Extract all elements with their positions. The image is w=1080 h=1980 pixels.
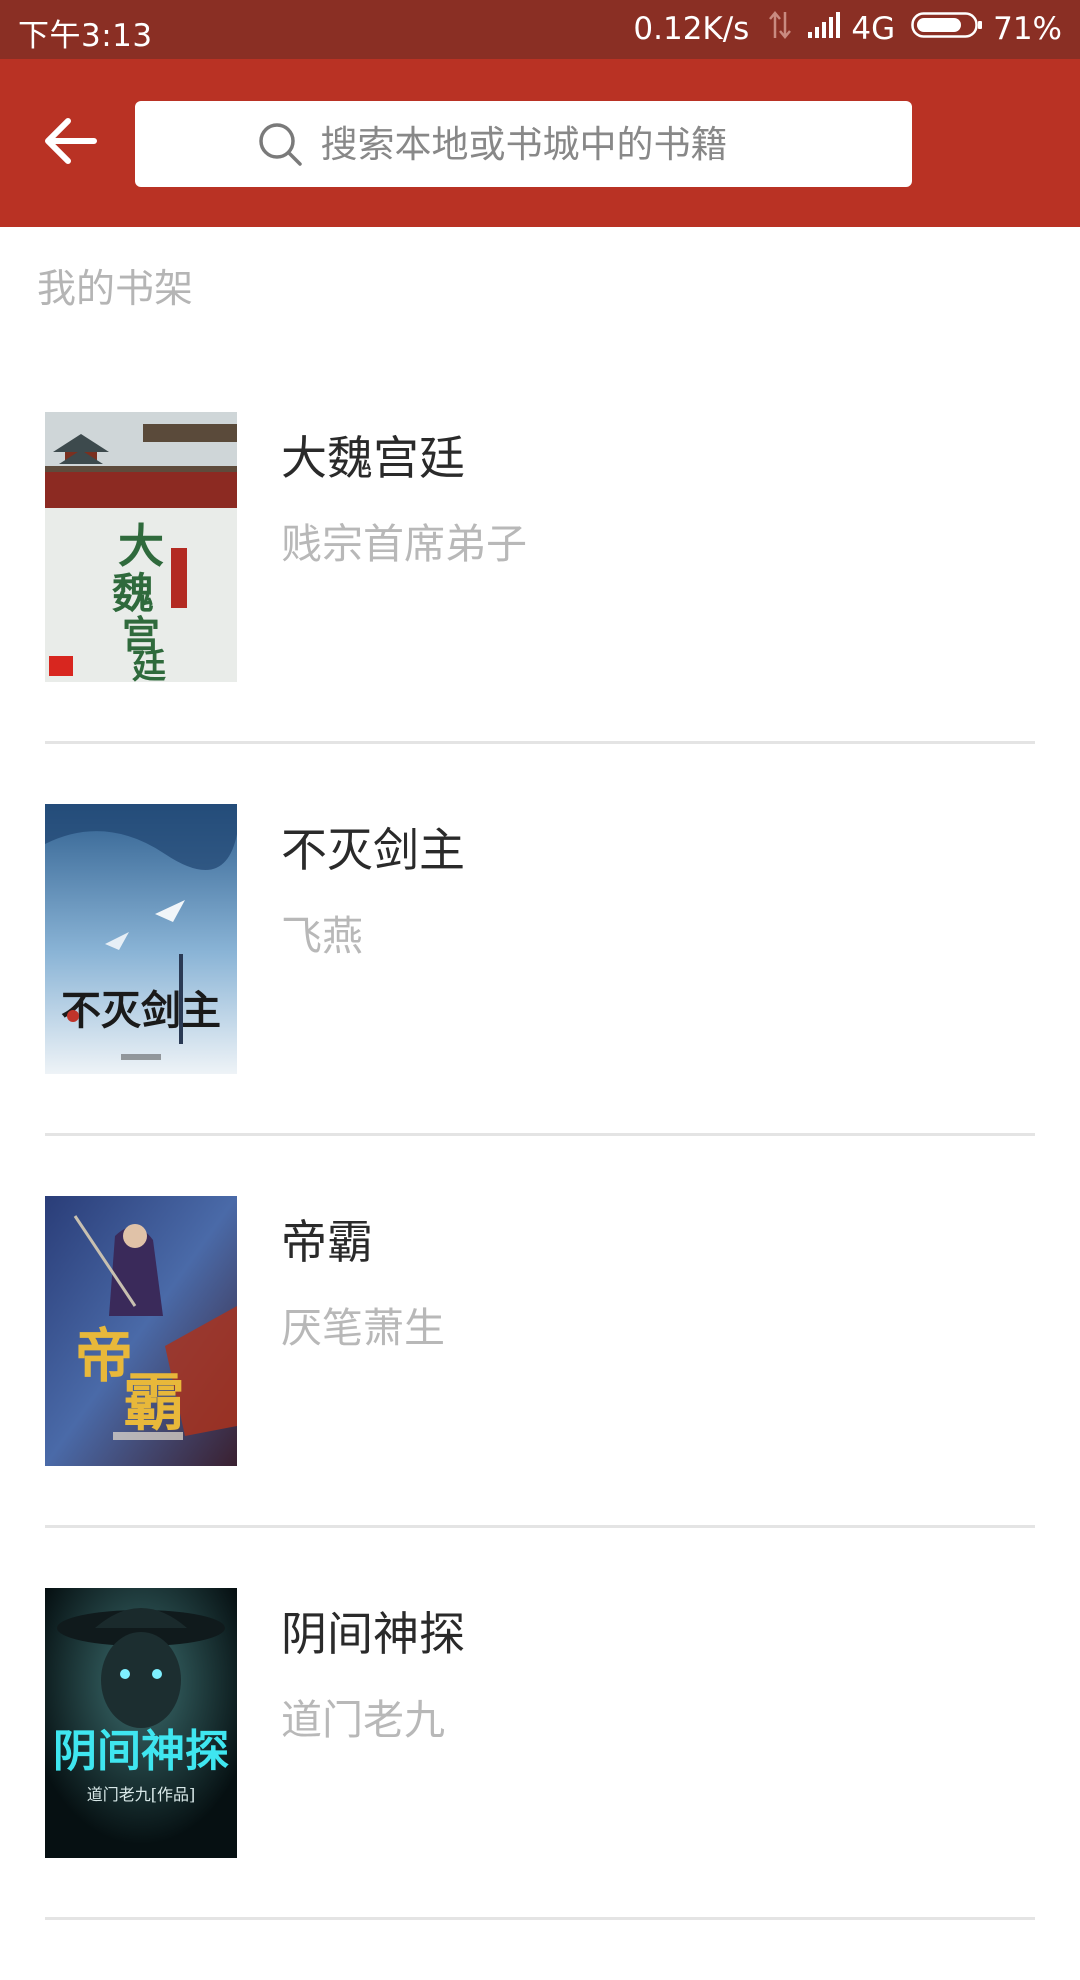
network-speed: 0.12K/s	[633, 11, 750, 47]
book-author: 道门老九	[281, 1696, 445, 1744]
search-input[interactable]	[320, 122, 791, 166]
book-author: 贱宗首席弟子	[281, 520, 527, 568]
book-cover: 不灭 剑主	[45, 804, 237, 1074]
book-cover: 阴间神探 道门老九[作品]	[45, 1588, 237, 1858]
search-icon	[258, 123, 302, 166]
book-title: 帝霸	[281, 1215, 373, 1269]
battery-percent: 71%	[993, 11, 1062, 47]
svg-text:阴间神探: 阴间神探	[53, 1726, 229, 1777]
book-item[interactable]: 不灭 剑主 不灭剑主 飞燕	[45, 804, 1035, 1196]
network-type: 4G	[851, 11, 896, 47]
search-box[interactable]	[135, 101, 912, 187]
svg-text:魏: 魏	[112, 569, 154, 618]
status-bar: 下午3:13 0.12K/s 4G 71%	[0, 0, 1080, 59]
app-toolbar	[0, 59, 1080, 227]
book-author: 厌笔萧生	[281, 1304, 445, 1352]
book-title: 不灭剑主	[281, 823, 465, 877]
book-item[interactable]: 大 魏 宫 廷 大魏宫廷 贱宗首席弟子	[45, 412, 1035, 804]
svg-text:廷: 廷	[132, 647, 166, 682]
battery-icon	[911, 10, 983, 48]
status-indicators: 0.12K/s 4G 71%	[633, 9, 1062, 49]
status-time: 下午3:13	[18, 18, 153, 54]
divider	[45, 1133, 1035, 1136]
book-list: 大 魏 宫 廷 大魏宫廷 贱宗首席弟子 不灭 剑主 不灭剑主 飞燕 帝 霸 帝霸…	[45, 412, 1035, 1980]
divider	[45, 1525, 1035, 1528]
divider	[45, 741, 1035, 744]
book-item[interactable]: 帝 霸 帝霸 厌笔萧生	[45, 1196, 1035, 1588]
book-title: 大魏宫廷	[281, 431, 465, 485]
signal-icon	[807, 10, 843, 48]
book-item[interactable]: 阴间神探 道门老九[作品] 阴间神探 道门老九	[45, 1588, 1035, 1980]
book-cover: 帝 霸	[45, 1196, 237, 1466]
svg-text:道门老九[作品]: 道门老九[作品]	[87, 1785, 196, 1804]
book-author: 飞燕	[281, 912, 363, 960]
shelf-title: 我的书架	[37, 267, 194, 312]
book-title: 阴间神探	[281, 1607, 465, 1661]
svg-text:大: 大	[118, 519, 164, 573]
svg-text:霸: 霸	[123, 1366, 185, 1439]
book-cover: 大 魏 宫 廷	[45, 412, 237, 682]
data-arrows-icon	[769, 10, 792, 48]
back-arrow-icon	[45, 118, 97, 164]
back-button[interactable]	[30, 101, 110, 181]
